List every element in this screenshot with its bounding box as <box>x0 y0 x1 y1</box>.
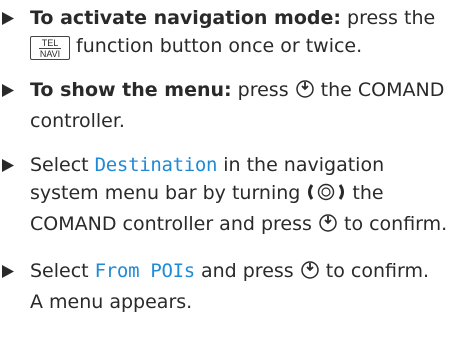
key-label-bottom: NAVI <box>39 49 61 59</box>
controller-press-icon <box>295 79 315 107</box>
step-heading: To activate navigation mode: <box>30 7 341 29</box>
list-item: Select Destination in the navigation sys… <box>0 151 450 241</box>
key-label-top: TEL <box>39 38 61 49</box>
list-item: To show the menu: press the COMAND contr… <box>0 76 450 135</box>
list-item: Select From POIs and press to confirm. A … <box>0 257 450 316</box>
step-text: and press <box>194 260 300 282</box>
bullet-triangle-icon <box>2 257 16 285</box>
instruction-list: To activate navigation mode: press the T… <box>0 0 461 316</box>
step-text: A menu appears. <box>30 291 193 313</box>
list-item: To activate navigation mode: press the T… <box>0 4 450 60</box>
step-text: Select <box>30 154 95 176</box>
step-text: function button once or twice. <box>70 35 363 57</box>
bullet-triangle-icon <box>2 4 16 32</box>
tel-navi-key-icon: TEL NAVI <box>30 36 70 60</box>
step-text: press the <box>340 7 436 29</box>
step-text: press <box>231 79 295 101</box>
bullet-triangle-icon <box>2 151 16 179</box>
step-text: Select <box>30 260 95 282</box>
controller-press-icon <box>300 260 320 288</box>
controller-press-icon <box>318 213 338 241</box>
step-heading: To show the menu: <box>30 79 232 101</box>
step-text: to confirm. <box>319 260 429 282</box>
menu-item-destination: Destination <box>94 154 218 176</box>
controller-turn-icon <box>306 182 346 210</box>
bullet-triangle-icon <box>2 76 16 104</box>
menu-item-from-pois: From POIs <box>94 260 196 282</box>
step-text: to confirm. <box>337 213 448 235</box>
